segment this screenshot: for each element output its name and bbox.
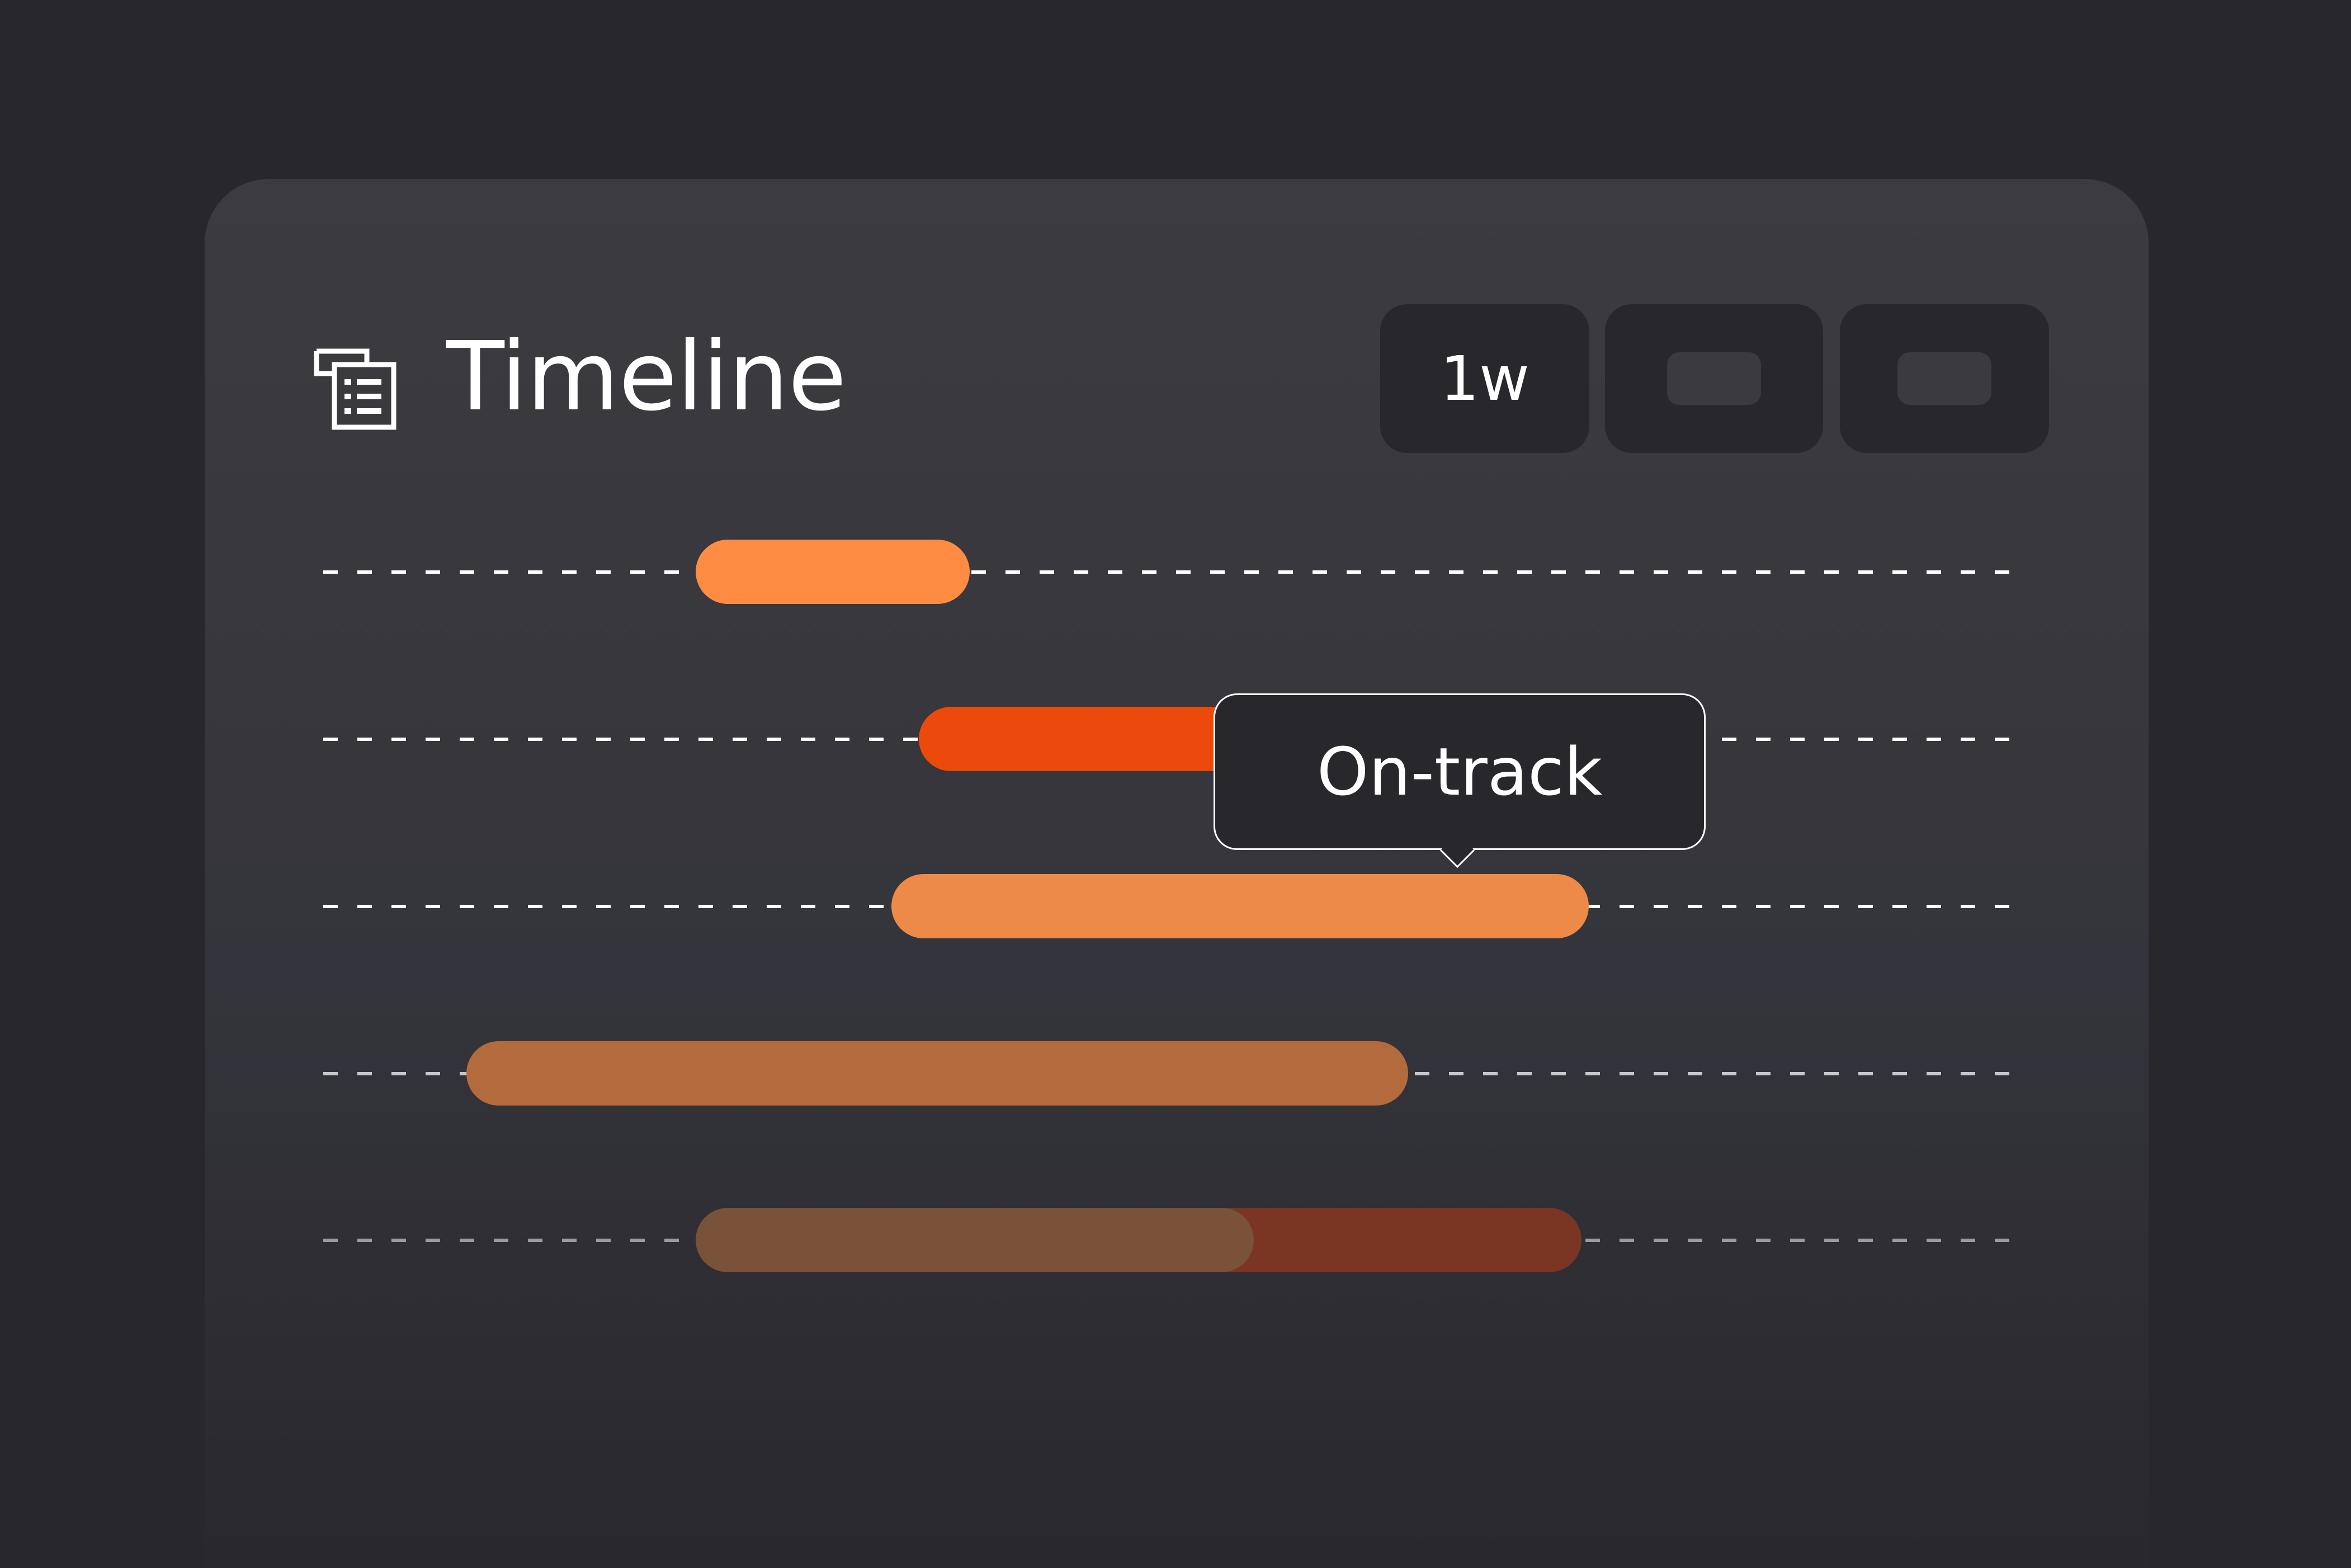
timeline-bar[interactable] — [696, 540, 970, 604]
timeline-row-3 — [323, 874, 2029, 938]
timeline-row-4 — [323, 1041, 2029, 1106]
tooltip-text: On-track — [1316, 733, 1603, 810]
timeline-bar[interactable] — [466, 1041, 1408, 1106]
timeline-card: Timeline 1w On-track — [205, 179, 2149, 1568]
timeline-bar[interactable] — [891, 874, 1589, 938]
status-tooltip: On-track — [1214, 693, 1706, 868]
timeline-row-2 — [323, 707, 2029, 771]
timeline-bar-progress[interactable] — [696, 1208, 1254, 1272]
timeline-chart — [323, 540, 2029, 1272]
timeline-row-1 — [323, 540, 2029, 604]
timeline-row-5 — [323, 1208, 2029, 1272]
